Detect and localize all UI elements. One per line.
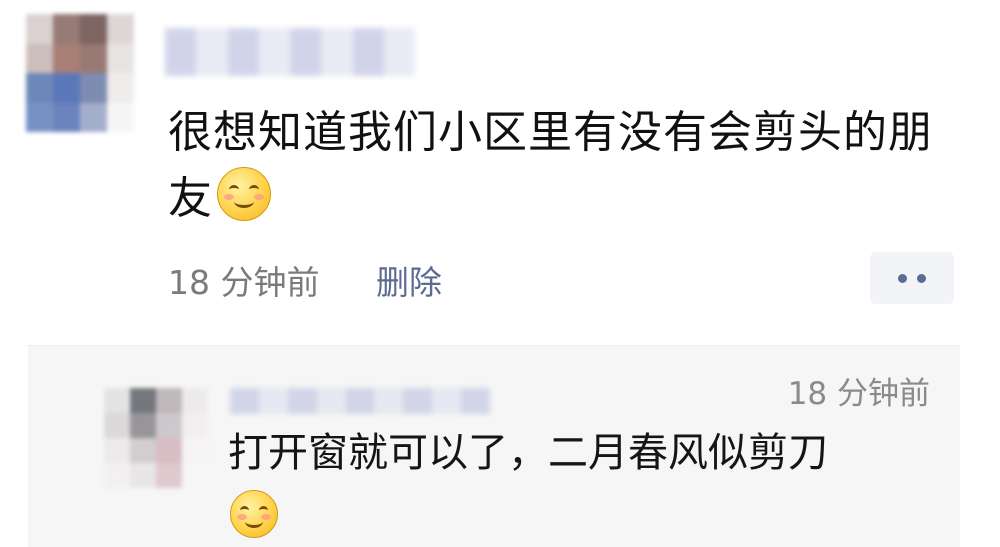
delete-link[interactable]: 删除 — [376, 256, 442, 304]
author-avatar[interactable] — [26, 14, 134, 132]
comment-timestamp: 18 分钟前 — [787, 376, 930, 412]
more-dots-icon — [898, 273, 907, 283]
author-name-blurred[interactable] — [165, 28, 415, 76]
more-options-button[interactable] — [870, 252, 954, 304]
comment-text: 打开窗就可以了，二月春风似剪刀 — [228, 430, 828, 476]
moments-post-screen: 很想知道我们小区里有没有会剪头的朋友 18 分钟前 删除 18 分钟前 打开窗就… — [0, 0, 1000, 547]
smile-emoji-icon — [217, 167, 271, 221]
post-content: 很想知道我们小区里有没有会剪头的朋友 — [168, 100, 968, 232]
commenter-name-blurred[interactable] — [230, 388, 491, 414]
smile-emoji-icon — [230, 490, 278, 538]
commenter-avatar[interactable] — [104, 388, 208, 488]
comment-emoji — [226, 490, 278, 542]
post-text: 很想知道我们小区里有没有会剪头的朋友 — [168, 107, 933, 224]
post-timestamp: 18 分钟前 — [168, 263, 320, 302]
